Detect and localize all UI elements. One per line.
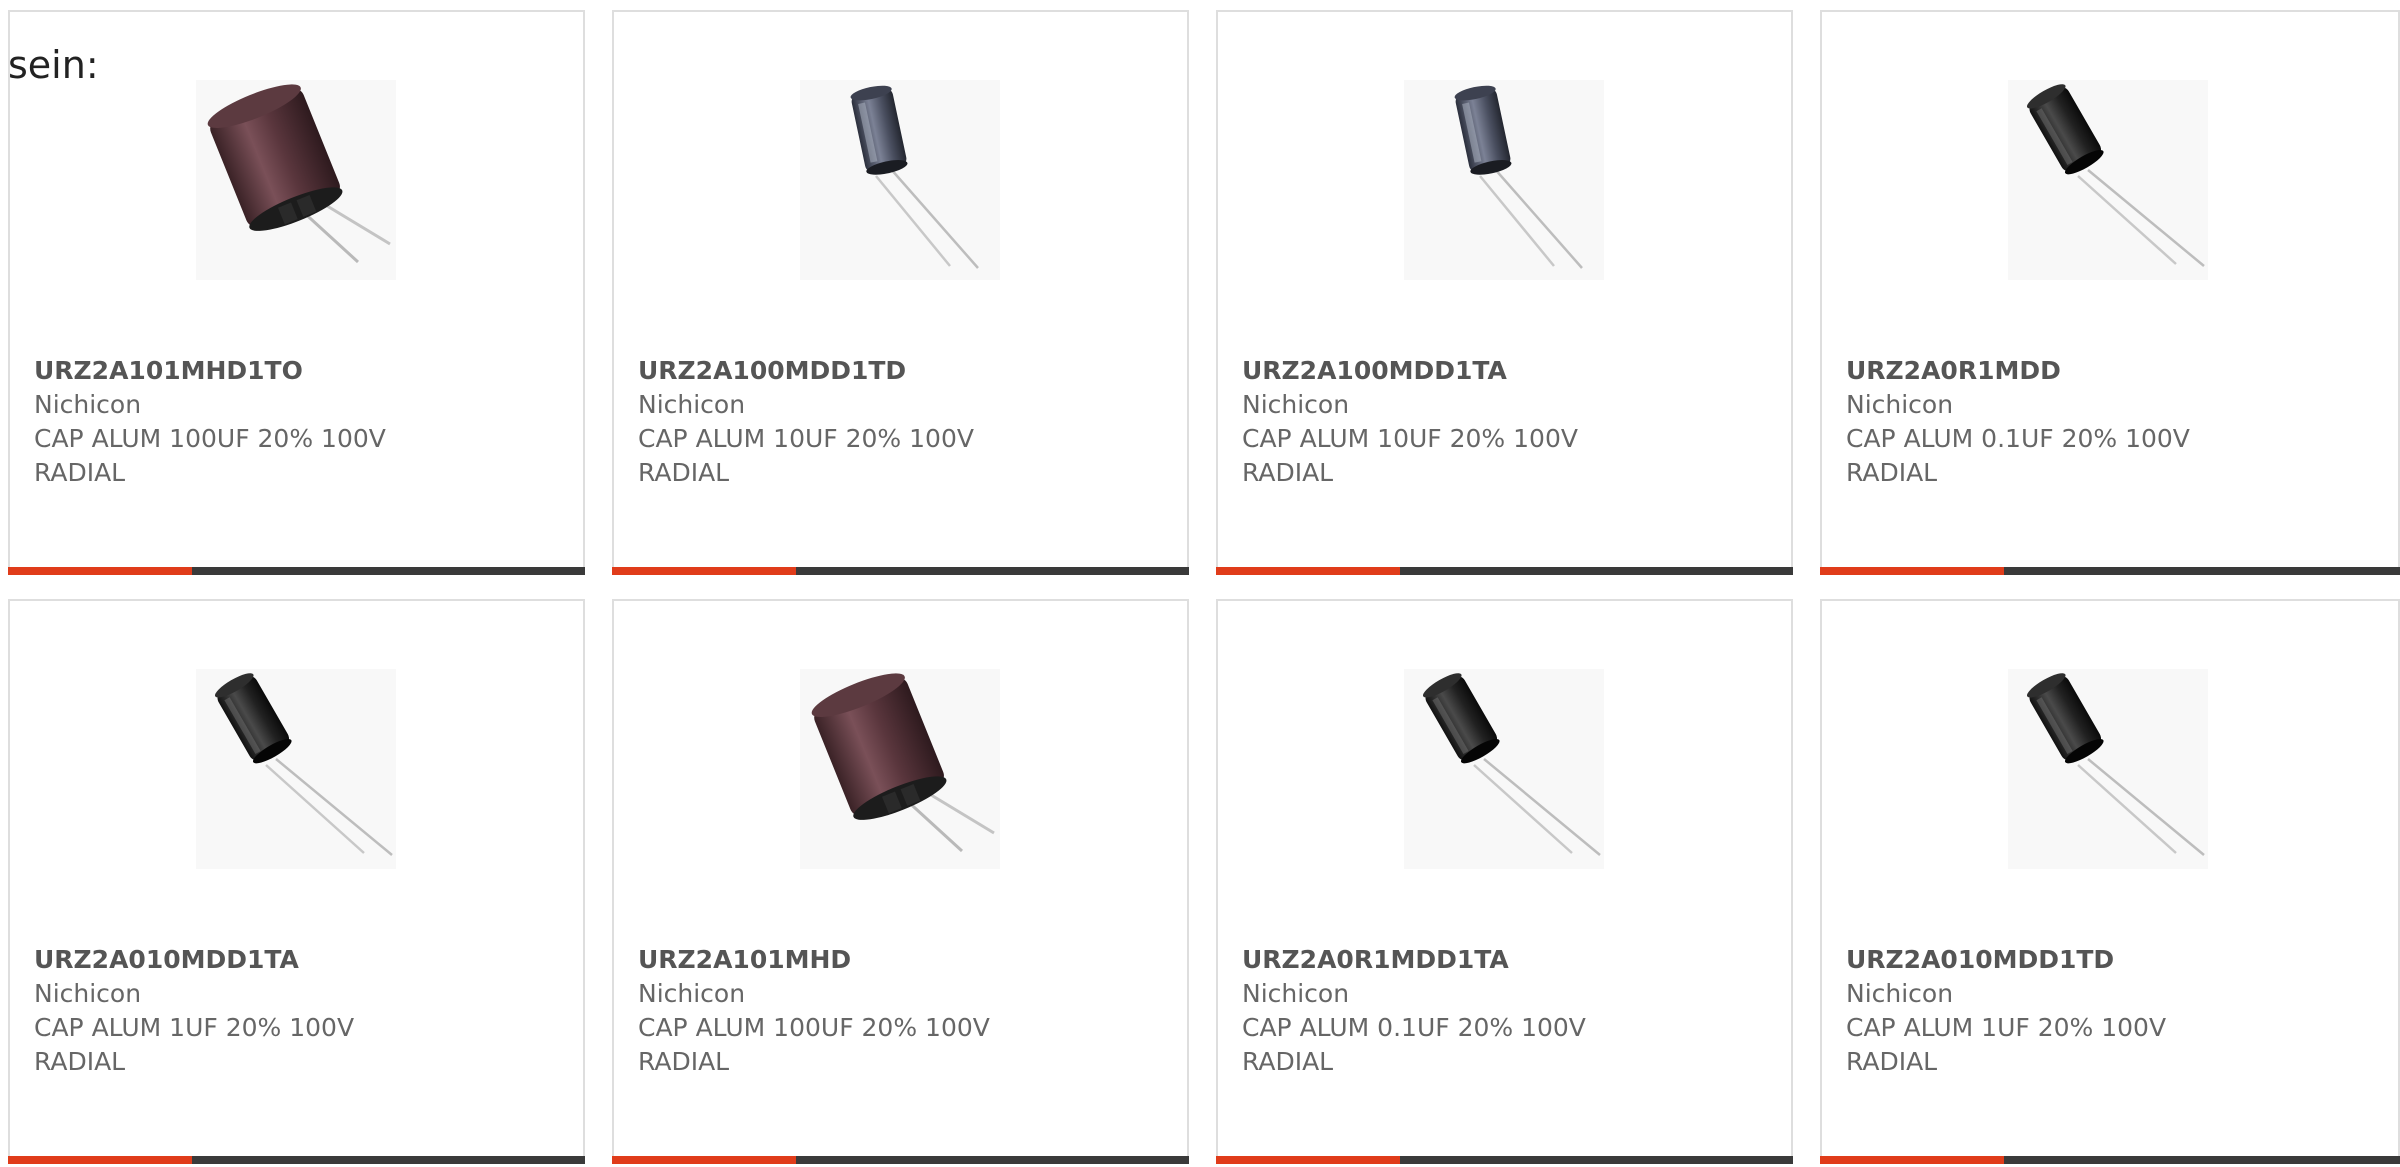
product-description: CAP ALUM 100UF 20% 100V [638,1013,990,1042]
product-card[interactable]: URZ2A101MHD Nichicon CAP ALUM 100UF 20% … [612,599,1189,1164]
card-bottom-bar [1216,567,1793,575]
card-accent-bar [8,567,192,575]
product-description: CAP ALUM 100UF 20% 100V [34,424,386,453]
capacitor-small-blue-icon[interactable] [800,80,1000,280]
product-part-number[interactable]: URZ2A101MHD [638,943,1158,977]
product-card[interactable]: URZ2A100MDD1TA Nichicon CAP ALUM 10UF 20… [1216,10,1793,575]
product-package: RADIAL [1846,1047,1938,1076]
product-description: CAP ALUM 0.1UF 20% 100V [1846,424,2190,453]
capacitor-small-black-icon[interactable] [2008,80,2208,280]
product-card[interactable]: URZ2A0R1MDD1TA Nichicon CAP ALUM 0.1UF 2… [1216,599,1793,1164]
card-accent-bar [612,1156,796,1164]
card-bottom-bar [612,1156,1189,1164]
product-card[interactable]: URZ2A101MHD1TO Nichicon CAP ALUM 100UF 2… [8,10,585,575]
product-manufacturer: Nichicon [1846,390,1954,419]
card-bottom-bar [8,567,585,575]
product-manufacturer: Nichicon [1846,979,1954,1008]
card-bottom-bar [612,567,1189,575]
product-package: RADIAL [1242,1047,1334,1076]
product-manufacturer: Nichicon [1242,390,1350,419]
product-description: CAP ALUM 10UF 20% 100V [638,424,974,453]
product-description: CAP ALUM 1UF 20% 100V [1846,1013,2167,1042]
product-manufacturer: Nichicon [638,979,746,1008]
card-accent-bar [612,567,796,575]
product-part-number[interactable]: URZ2A100MDD1TD [638,354,1158,388]
card-accent-bar [1216,1156,1400,1164]
capacitor-small-black-icon[interactable] [196,669,396,869]
card-bottom-bar [1820,567,2400,575]
card-accent-bar [1820,567,2004,575]
card-accent-bar [8,1156,192,1164]
product-description: CAP ALUM 10UF 20% 100V [1242,424,1578,453]
product-manufacturer: Nichicon [34,979,142,1008]
capacitor-small-black-icon[interactable] [1404,669,1604,869]
product-description: CAP ALUM 1UF 20% 100V [34,1013,355,1042]
product-card[interactable]: URZ2A100MDD1TD Nichicon CAP ALUM 10UF 20… [612,10,1189,575]
product-manufacturer: Nichicon [34,390,142,419]
capacitor-small-black-icon[interactable] [2008,669,2208,869]
product-part-number[interactable]: URZ2A010MDD1TA [34,943,554,977]
page: sein: URZ2A101MHD1TO Nichicon CAP ALUM 1… [0,0,2400,1167]
product-card[interactable]: URZ2A010MDD1TA Nichicon CAP ALUM 1UF 20%… [8,599,585,1164]
product-description: CAP ALUM 0.1UF 20% 100V [1242,1013,1586,1042]
product-manufacturer: Nichicon [1242,979,1350,1008]
product-package: RADIAL [1846,458,1938,487]
card-bottom-bar [1216,1156,1793,1164]
capacitor-large-brown-icon[interactable] [800,669,1000,869]
product-part-number[interactable]: URZ2A0R1MDD1TA [1242,943,1762,977]
product-card[interactable]: URZ2A0R1MDD Nichicon CAP ALUM 0.1UF 20% … [1820,10,2400,575]
card-bottom-bar [8,1156,585,1164]
product-package: RADIAL [34,458,126,487]
product-package: RADIAL [638,458,730,487]
product-part-number[interactable]: URZ2A100MDD1TA [1242,354,1762,388]
card-bottom-bar [1820,1156,2400,1164]
product-package: RADIAL [34,1047,126,1076]
capacitor-small-blue-icon[interactable] [1404,80,1604,280]
product-manufacturer: Nichicon [638,390,746,419]
card-accent-bar [1216,567,1400,575]
product-part-number[interactable]: URZ2A101MHD1TO [34,354,554,388]
product-package: RADIAL [1242,458,1334,487]
product-package: RADIAL [638,1047,730,1076]
product-part-number[interactable]: URZ2A010MDD1TD [1846,943,2366,977]
card-accent-bar [1820,1156,2004,1164]
product-part-number[interactable]: URZ2A0R1MDD [1846,354,2366,388]
product-card[interactable]: URZ2A010MDD1TD Nichicon CAP ALUM 1UF 20%… [1820,599,2400,1164]
capacitor-large-brown-icon[interactable] [196,80,396,280]
lead-text: sein: [8,43,99,87]
